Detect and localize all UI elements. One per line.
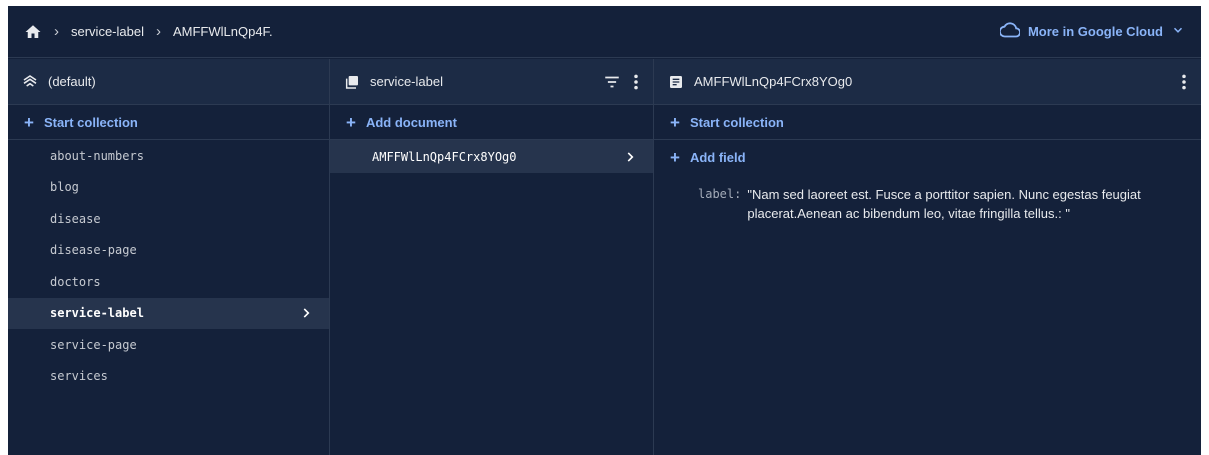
filter-icon[interactable]: [603, 74, 621, 90]
add-field-button[interactable]: + Add field: [654, 140, 1201, 175]
chevron-right-icon: ›: [155, 23, 161, 40]
breadcrumb-item-document[interactable]: AMFFWlLnQp4F.: [173, 24, 273, 39]
field-key: label:: [698, 187, 742, 201]
start-subcollection-button[interactable]: + Start collection: [654, 105, 1201, 140]
collection-item[interactable]: disease: [8, 203, 329, 235]
chevron-right-icon: [623, 150, 637, 164]
collection-panel: service-label + Add document AMFFWlLnQp4…: [330, 59, 654, 455]
start-subcollection-label: Start collection: [689, 114, 784, 130]
home-icon[interactable]: [24, 23, 42, 41]
breadcrumb: › service-label › AMFFWlLnQp4F.: [24, 23, 273, 41]
start-collection-button[interactable]: + Start collection: [8, 105, 329, 140]
collection-item-selected[interactable]: service-label: [8, 297, 329, 329]
document-title: AMFFWlLnQp4FCrx8YOg0: [694, 74, 853, 89]
add-document-button[interactable]: + Add document: [330, 105, 653, 140]
collection-item[interactable]: disease-page: [8, 235, 329, 267]
chevron-right-icon: ›: [54, 23, 59, 40]
document-field[interactable]: label: "Nam sed laoreet est. Fusce a por…: [654, 175, 1201, 223]
collection-item[interactable]: blog: [8, 172, 329, 204]
document-panel: AMFFWlLnQp4FCrx8YOg0 + Start collection …: [654, 59, 1201, 455]
collection-title: service-label: [370, 74, 443, 89]
database-panel: (default) + Start collection about-numbe…: [8, 59, 330, 455]
more-vert-icon[interactable]: [633, 74, 639, 90]
more-in-google-cloud-label: More in Google Cloud: [1027, 24, 1163, 39]
document-panel-header: AMFFWlLnQp4FCrx8YOg0: [654, 59, 1201, 105]
top-bar: › service-label › AMFFWlLnQp4F. More in …: [8, 6, 1201, 58]
more-vert-icon[interactable]: [1181, 74, 1187, 90]
add-field-label: Add field: [689, 150, 746, 165]
collection-item[interactable]: doctors: [8, 266, 329, 298]
breadcrumb-item-collection[interactable]: service-label: [71, 24, 144, 39]
more-in-google-cloud-button[interactable]: More in Google Cloud: [998, 22, 1185, 41]
plus-icon: +: [670, 148, 680, 167]
collection-item[interactable]: service-page: [8, 329, 329, 361]
plus-icon: +: [346, 112, 356, 132]
add-document-label: Add document: [365, 114, 457, 130]
document-item-selected[interactable]: AMFFWlLnQp4FCrx8YOg0: [330, 140, 653, 173]
plus-icon: +: [24, 112, 34, 132]
plus-icon: +: [670, 112, 680, 132]
firestore-console: › service-label › AMFFWlLnQp4F. More in …: [8, 6, 1201, 455]
collection-panel-header: service-label: [330, 59, 653, 105]
chevron-down-icon: [1171, 23, 1185, 40]
panels: (default) + Start collection about-numbe…: [8, 59, 1201, 455]
database-icon: [22, 74, 38, 90]
cloud-icon: [998, 22, 1021, 41]
chevron-right-icon: [299, 306, 313, 320]
database-panel-header: (default): [8, 59, 329, 105]
collection-icon: [344, 74, 360, 90]
document-list: AMFFWlLnQp4FCrx8YOg0: [330, 140, 653, 173]
field-value: "Nam sed laoreet est. Fusce a porttitor …: [747, 187, 1141, 221]
collection-list: about-numbers blog disease disease-page …: [8, 140, 329, 392]
start-collection-label: Start collection: [43, 114, 138, 130]
document-icon: [668, 74, 684, 90]
collection-item[interactable]: about-numbers: [8, 140, 329, 172]
collection-item[interactable]: services: [8, 361, 329, 393]
database-title: (default): [48, 74, 96, 89]
